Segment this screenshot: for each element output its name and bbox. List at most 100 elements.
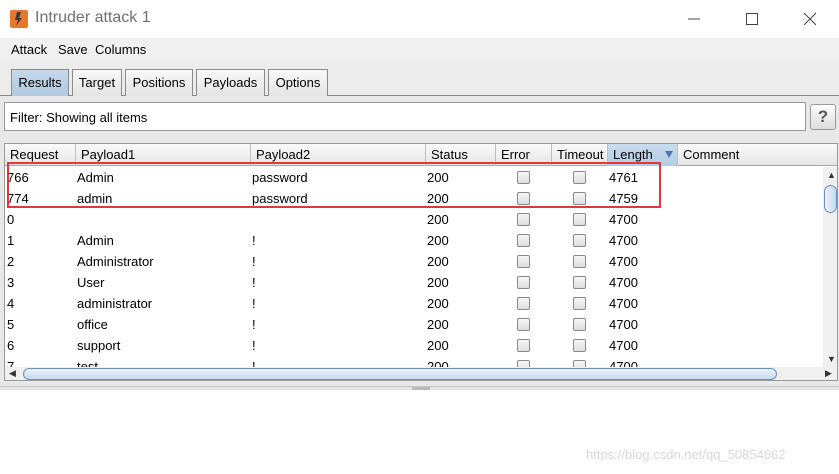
cell-request: 6 <box>7 338 15 353</box>
scroll-down-icon[interactable]: ▼ <box>827 354 836 364</box>
timeout-checkbox <box>573 297 586 310</box>
cell-length: 4700 <box>609 275 638 290</box>
column-header-comment[interactable]: Comment <box>678 144 823 166</box>
minimize-button[interactable] <box>672 4 716 34</box>
timeout-checkbox <box>573 360 586 367</box>
cell-request: 2 <box>7 254 15 269</box>
table-row[interactable]: 0 200 4700 <box>5 209 823 230</box>
highlight-box <box>7 162 661 208</box>
error-checkbox <box>517 276 530 289</box>
timeout-checkbox <box>573 318 586 331</box>
error-checkbox <box>517 360 530 367</box>
cell-payload1: Administrator <box>77 254 154 269</box>
vertical-scroll-thumb[interactable] <box>824 185 837 213</box>
table-row[interactable]: 4 administrator! 200 4700 <box>5 293 823 314</box>
error-checkbox <box>517 339 530 352</box>
cell-status: 200 <box>427 212 449 227</box>
table-row[interactable]: 1 Admin! 200 4700 <box>5 230 823 251</box>
cell-length: 4700 <box>609 233 638 248</box>
menu-attack[interactable]: Attack <box>11 42 47 57</box>
maximize-button[interactable] <box>730 4 774 34</box>
title-bar: Intruder attack 1 <box>0 0 839 38</box>
timeout-checkbox <box>573 213 586 226</box>
cell-length: 4700 <box>609 254 638 269</box>
cell-request: 5 <box>7 317 15 332</box>
horizontal-scrollbar[interactable]: ◀ ▶ <box>5 367 837 380</box>
cell-request: 4 <box>7 296 15 311</box>
window-title: Intruder attack 1 <box>35 9 151 26</box>
menu-columns[interactable]: Columns <box>95 42 146 57</box>
scroll-right-icon[interactable]: ▶ <box>825 368 832 379</box>
results-table: Request Payload1 Payload2 Status Error T… <box>4 143 838 381</box>
cell-request: 3 <box>7 275 15 290</box>
timeout-checkbox <box>573 234 586 247</box>
cell-payload1: test <box>77 359 98 367</box>
cell-payload2: ! <box>252 275 256 290</box>
cell-payload1: User <box>77 275 105 290</box>
cell-status: 200 <box>427 359 449 367</box>
cell-request: 1 <box>7 233 15 248</box>
help-icon: ? <box>817 107 829 126</box>
error-checkbox <box>517 234 530 247</box>
vertical-scrollbar[interactable]: ▲ ▼ <box>823 167 837 367</box>
menu-bar: Attack Save Columns <box>0 38 839 62</box>
cell-payload2: ! <box>252 254 256 269</box>
timeout-checkbox <box>573 339 586 352</box>
cell-length: 4700 <box>609 359 638 367</box>
minimize-icon <box>688 18 700 20</box>
table-row[interactable]: 6 support! 200 4700 <box>5 335 823 356</box>
cell-length: 4700 <box>609 317 638 332</box>
timeout-checkbox <box>573 276 586 289</box>
menu-save[interactable]: Save <box>58 42 88 57</box>
watermark-text: https://blog.csdn.net/qq_50854662 <box>586 447 786 462</box>
cell-status: 200 <box>427 296 449 311</box>
table-row[interactable]: 3 User! 200 4700 <box>5 272 823 293</box>
cell-status: 200 <box>427 338 449 353</box>
cell-payload1: support <box>77 338 121 353</box>
cell-length: 4700 <box>609 296 638 311</box>
tab-results[interactable]: Results <box>11 69 69 96</box>
cell-payload2: ! <box>252 338 256 353</box>
cell-payload1: office <box>77 317 108 332</box>
length-header-label: Length <box>613 147 653 162</box>
cell-payload2: ! <box>252 296 256 311</box>
cell-payload2: ! <box>252 359 256 367</box>
tab-bar: Results Target Positions Payloads Option… <box>0 62 839 96</box>
cell-length: 4700 <box>609 338 638 353</box>
cell-payload1: Admin <box>77 233 114 248</box>
cell-request: 7 <box>7 359 15 367</box>
close-button[interactable] <box>788 4 832 34</box>
cell-length: 4700 <box>609 212 638 227</box>
tab-options[interactable]: Options <box>268 69 328 96</box>
horizontal-scroll-thumb[interactable] <box>23 368 777 380</box>
cell-status: 200 <box>427 317 449 332</box>
filter-label: Filter: Showing all items <box>10 110 148 125</box>
table-row[interactable]: 2 Administrator! 200 4700 <box>5 251 823 272</box>
error-checkbox <box>517 255 530 268</box>
help-button[interactable]: ? <box>810 104 836 130</box>
cell-payload2: ! <box>252 233 256 248</box>
cell-payload1: administrator <box>77 296 153 311</box>
cell-request: 0 <box>7 212 15 227</box>
sort-descending-icon <box>665 151 673 158</box>
scroll-up-icon[interactable]: ▲ <box>827 170 836 180</box>
maximize-icon <box>746 13 758 25</box>
timeout-checkbox <box>573 255 586 268</box>
cell-status: 200 <box>427 254 449 269</box>
burp-logo-icon <box>10 10 28 28</box>
cell-status: 200 <box>427 233 449 248</box>
tab-payloads[interactable]: Payloads <box>196 69 265 96</box>
error-checkbox <box>517 213 530 226</box>
scroll-left-icon[interactable]: ◀ <box>9 368 16 379</box>
results-panel: Filter: Showing all items ? Request Payl… <box>0 96 839 386</box>
cell-status: 200 <box>427 275 449 290</box>
error-checkbox <box>517 318 530 331</box>
table-row[interactable]: 7 test! 200 4700 <box>5 356 823 367</box>
tab-positions[interactable]: Positions <box>125 69 193 96</box>
filter-bar[interactable]: Filter: Showing all items <box>4 102 806 131</box>
cell-payload2: ! <box>252 317 256 332</box>
close-icon <box>804 13 816 25</box>
error-checkbox <box>517 297 530 310</box>
tab-target[interactable]: Target <box>72 69 122 96</box>
table-row[interactable]: 5 office! 200 4700 <box>5 314 823 335</box>
